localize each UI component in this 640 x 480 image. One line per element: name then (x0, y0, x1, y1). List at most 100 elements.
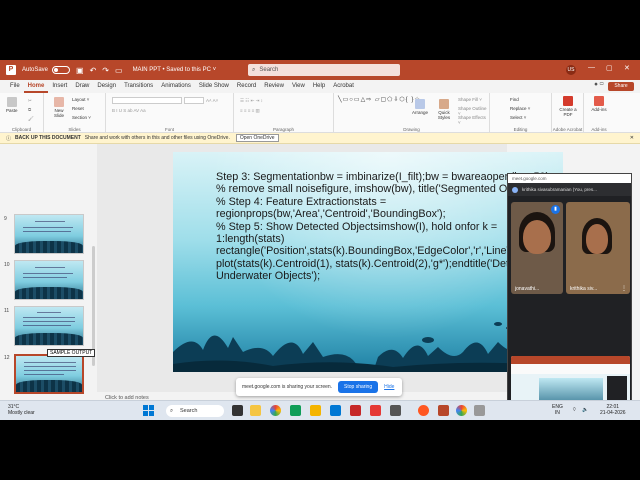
wifi-icon[interactable]: ⌔ (572, 407, 577, 413)
undo-icon[interactable]: ↶ (90, 66, 97, 75)
create-pdf-button[interactable]: Create a PDF (558, 96, 578, 117)
task-view-icon[interactable] (232, 405, 243, 416)
slide-step3-text: Step 3: Segmentationbw = imbinarize(I_fi… (216, 171, 553, 196)
section-button[interactable]: Section ˅ (72, 115, 91, 120)
share-button[interactable]: Share (608, 82, 634, 91)
slide-thumbnail-selected[interactable] (14, 354, 84, 394)
search-icon: ⌕ (170, 408, 174, 414)
tab-view[interactable]: View (288, 80, 309, 93)
slide-text-box[interactable]: Step 3: Segmentationbw = imbinarize(I_fi… (216, 171, 556, 283)
chrome-icon[interactable] (456, 405, 467, 416)
weather-widget[interactable]: 31°C Mostly clear (8, 404, 35, 416)
antivirus-icon[interactable] (350, 405, 361, 416)
search-input[interactable]: ⌕ Search (248, 64, 400, 76)
app-icon[interactable] (418, 405, 429, 416)
grow-font-icon[interactable]: A˄ A˅ (206, 98, 218, 103)
document-title[interactable]: MAIN PPT • Saved to this PC ˅ (133, 67, 217, 73)
autosave-label: AutoSave (22, 67, 49, 73)
tab-draw[interactable]: Draw (71, 80, 93, 93)
participant-tile-self[interactable]: krithika siv... ⋮ (566, 202, 630, 294)
taskbar-search-input[interactable]: ⌕ Search (166, 405, 224, 417)
tab-transitions[interactable]: Transitions (120, 80, 157, 93)
acrobat-icon[interactable] (370, 405, 381, 416)
slide-thumbnail[interactable] (14, 260, 84, 300)
group-label-clipboard: Clipboard (11, 127, 32, 132)
arrange-icon (415, 99, 425, 109)
slide-thumbnail[interactable] (14, 306, 84, 346)
tab-record[interactable]: Record (233, 80, 260, 93)
cut-icon[interactable]: ✂ (28, 98, 32, 104)
more-options-icon[interactable]: ⋮ (621, 285, 627, 292)
tab-slide-show[interactable]: Slide Show (195, 80, 233, 93)
chrome-icon[interactable] (270, 405, 281, 416)
save-icon[interactable]: ▣ (76, 66, 84, 75)
editing-group: Find Replace ˅ Select ˅ Editing (490, 93, 552, 133)
shapes-gallery-icon[interactable]: ╲▭○▭△⇨ ▱▢⬠⇩⬡{ }☆ (338, 96, 421, 103)
new-slide-button[interactable]: New Slide (50, 97, 68, 118)
tab-file[interactable]: File (6, 80, 24, 93)
tab-help[interactable]: Help (309, 80, 329, 93)
avatar[interactable]: US (566, 65, 576, 75)
add-ins-button[interactable]: Add-ins (590, 96, 608, 112)
arrange-button[interactable]: Arrange (412, 99, 428, 115)
group-label-editing: Editing (513, 127, 528, 132)
meet-url: meet.google.com (508, 174, 631, 183)
maximize-icon[interactable]: ▢ (606, 64, 613, 72)
app-icon[interactable] (474, 405, 485, 416)
volume-icon[interactable]: 🔈 (582, 407, 588, 413)
replace-button[interactable]: Replace ˅ (510, 106, 530, 111)
font-size-select[interactable] (184, 97, 204, 104)
clock[interactable]: 22:01 21-04-2026 (600, 404, 626, 416)
quick-styles-button[interactable]: Quick Styles (434, 99, 454, 120)
redo-icon[interactable]: ↷ (102, 66, 109, 75)
participant-name: krithika siv... (570, 286, 598, 292)
layout-button[interactable]: Layout ˅ (72, 97, 89, 102)
tab-home[interactable]: Home (23, 80, 49, 93)
keyboard-language[interactable]: ENG IN (552, 404, 563, 416)
tab-insert[interactable]: Insert (48, 80, 71, 93)
shape-effects-button[interactable]: Shape Effects ˅ (458, 115, 489, 125)
tab-design[interactable]: Design (93, 80, 120, 93)
tab-review[interactable]: Review (260, 80, 288, 93)
close-icon[interactable]: ✕ (630, 135, 634, 141)
paragraph-group: ☰ ☷ ⇤ ⇥ ↕ ≡ ≡ ≡ ≡ ▥ Paragraph (234, 93, 334, 133)
powerpoint-taskbar-icon[interactable] (438, 405, 449, 416)
hide-button[interactable]: Hide (384, 384, 394, 390)
present-icon[interactable]: ▭ (115, 66, 123, 75)
close-icon[interactable]: ✕ (624, 64, 630, 72)
reset-button[interactable]: Reset (72, 106, 84, 111)
slide-step5-text: % Step 5: Show Detected Objectsimshow(I)… (216, 220, 552, 283)
select-button[interactable]: Select ˅ (510, 115, 526, 120)
thumbnail-scrollbar[interactable] (92, 246, 95, 366)
edge-icon[interactable] (290, 405, 301, 416)
participant-tile[interactable]: ▮ jonavathi... (511, 202, 563, 294)
shape-fill-button[interactable]: Shape Fill ˅ (458, 97, 482, 102)
slide-thumbnail[interactable] (14, 214, 84, 254)
tab-acrobat[interactable]: Acrobat (329, 80, 358, 93)
app-icon[interactable] (390, 405, 401, 416)
start-icon[interactable] (143, 405, 154, 416)
file-explorer-icon[interactable] (310, 405, 321, 416)
align-icon[interactable]: ≡ ≡ ≡ ≡ ▥ (240, 108, 260, 114)
open-onedrive-button[interactable]: Open OneDrive (235, 134, 279, 142)
store-icon[interactable] (330, 405, 341, 416)
widgets-icon[interactable] (250, 405, 261, 416)
group-label-font: Font (164, 127, 174, 132)
bullets-icon[interactable]: ☰ ☷ ⇤ ⇥ ↕ (240, 98, 263, 104)
stop-sharing-button[interactable]: Stop sharing (338, 381, 379, 393)
format-painter-icon[interactable]: 🖌 (28, 116, 34, 122)
info-icon: ⓘ (6, 135, 12, 142)
record-icon[interactable]: ⏺ ▭ (595, 82, 604, 89)
tab-animations[interactable]: Animations (157, 80, 195, 93)
font-format-icons[interactable]: B I U S ab AV Aa (112, 108, 146, 113)
current-slide[interactable]: Step 3: Segmentationbw = imbinarize(I_fi… (173, 152, 563, 372)
paste-button[interactable]: Paste (6, 97, 18, 113)
find-button[interactable]: Find (510, 97, 519, 102)
minimize-icon[interactable]: — (588, 64, 595, 71)
font-name-select[interactable] (112, 97, 182, 104)
menu-bar: File Home Insert Draw Design Transitions… (0, 80, 640, 93)
info-bar-title: BACK UP THIS DOCUMENT (15, 135, 81, 141)
screen-share-bar: meet.google.com is sharing your screen. … (236, 378, 402, 396)
autosave-toggle[interactable] (52, 66, 71, 74)
copy-icon[interactable]: ⧉ (28, 107, 31, 112)
